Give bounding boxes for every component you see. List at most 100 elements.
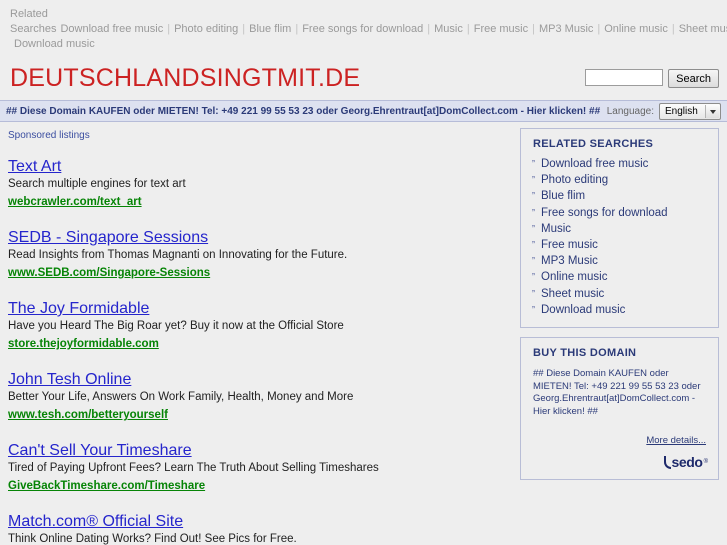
language-selector: Language: English	[607, 103, 721, 120]
listing-url-link[interactable]: GiveBackTimeshare.com/Timeshare	[8, 479, 205, 494]
top-nav-item-1[interactable]: Photo editing	[174, 23, 238, 35]
sidebar-item-music[interactable]: ˮ Music	[521, 221, 718, 237]
language-dropdown[interactable]: English	[659, 103, 721, 120]
sedo-logo[interactable]: sedo ®	[663, 454, 708, 470]
top-nav-link[interactable]: Free songs for download	[302, 23, 423, 35]
sidebar-item-online-music[interactable]: ˮ Online music	[521, 269, 718, 285]
top-nav-item-7[interactable]: Online music	[604, 23, 668, 35]
sidebar-item-label[interactable]: Free music	[541, 239, 598, 251]
listing-title-link[interactable]: Match.com® Official Site	[8, 512, 183, 531]
listing-url-link[interactable]: www.tesh.com/betteryourself	[8, 408, 168, 423]
listing-description: Have you Heard The Big Roar yet? Buy it …	[8, 320, 344, 332]
top-nav-item-4[interactable]: Music	[434, 23, 463, 35]
top-nav-link[interactable]: MP3 Music	[539, 23, 593, 35]
sidebar-item-photo-editing[interactable]: ˮ Photo editing	[521, 172, 718, 188]
bullet-arrow-icon: ˮ	[532, 191, 535, 202]
listing-item: Match.com® Official Site Think Online Da…	[8, 512, 514, 545]
top-nav-separator: |	[167, 23, 171, 35]
buy-domain-banner-link[interactable]: ## Diese Domain KAUFEN oder MIETEN! Tel:…	[0, 106, 600, 117]
sidebar-item-download-free-music[interactable]: ˮ Download free music	[521, 156, 718, 172]
listing-url-link[interactable]: store.thejoyformidable.com	[8, 337, 159, 352]
top-nav-link[interactable]: Online music	[604, 23, 668, 35]
top-nav-item-0[interactable]: Download free music	[60, 23, 163, 35]
listing-url-link[interactable]: www.SEDB.com/Singapore-Sessions	[8, 266, 210, 281]
sidebar: RELATED SEARCHES ˮ Download free music ˮP…	[514, 122, 727, 545]
page-content: Sponsored listings Text Art Search multi…	[0, 122, 727, 545]
top-nav-separator: |	[242, 23, 246, 35]
listing-url-link[interactable]: webcrawler.com/text_art	[8, 195, 142, 210]
sidebar-item-blue-flim[interactable]: ˮ Blue flim	[521, 188, 718, 204]
top-keyword-nav: Related Searches Download free music | Phot…	[0, 0, 727, 56]
sidebar-item-mp3-music[interactable]: ˮ MP3 Music	[521, 253, 718, 269]
top-nav-separator: |	[597, 23, 601, 35]
search-button[interactable]: Search	[668, 69, 719, 88]
sidebar-item-label[interactable]: Music	[541, 223, 571, 235]
top-nav-link[interactable]: Download free music	[60, 23, 163, 35]
listing-title-link[interactable]: SEDB - Singapore Sessions	[8, 228, 208, 247]
listing-title-link[interactable]: Text Art	[8, 157, 61, 176]
sidebar-item-label[interactable]: Blue flim	[541, 190, 585, 202]
search-input[interactable]	[585, 69, 664, 86]
related-searches-list: ˮ Download free music ˮ Photo editing ˮ Blu…	[521, 156, 718, 327]
listing-description: Think Online Dating Works? Find Out! See…	[8, 533, 297, 545]
sedo-swoosh-icon	[663, 456, 671, 470]
top-nav-item-3[interactable]: Free songs for download	[302, 23, 423, 35]
top-nav-link[interactable]: Sheet musid	[679, 23, 727, 35]
listing-title-link[interactable]: The Joy Formidable	[8, 299, 149, 318]
sidebar-item-sheet-music[interactable]: ˮ Sheet music	[521, 286, 718, 302]
listing-description: Read Insights from Thomas Magnanti on In…	[8, 249, 348, 261]
related-searches-title: RELATED SEARCHES	[533, 138, 654, 150]
top-nav-link[interactable]: Download music	[14, 38, 95, 50]
sponsored-listings-column: Sponsored listings Text Art Search multi…	[0, 122, 514, 545]
bullet-arrow-icon: ˮ	[532, 175, 535, 186]
language-selected-value: English	[665, 106, 698, 117]
top-nav-link[interactable]: Free music	[474, 23, 528, 35]
bullet-arrow-icon: ˮ	[532, 272, 535, 283]
listing-description: Better Your Life, Answers On Work Family…	[8, 391, 354, 403]
sidebar-item-label[interactable]: Download music	[541, 304, 625, 316]
registered-trademark-icon: ®	[703, 459, 708, 466]
buy-this-domain-text: ## Diese Domain KAUFEN oder MIETEN! Tel:…	[533, 368, 701, 417]
top-nav-label: Related Searches	[10, 8, 57, 35]
top-nav-link[interactable]: Blue flim	[249, 23, 291, 35]
more-details-row: More details...	[521, 418, 718, 448]
top-nav-separator: |	[295, 23, 299, 35]
bullet-arrow-icon: ˮ	[532, 207, 535, 218]
sidebar-item-label[interactable]: Online music	[541, 271, 607, 283]
top-nav-separator: |	[427, 23, 431, 35]
sidebar-item-free-music[interactable]: ˮ Free music	[521, 237, 718, 253]
top-nav-item-9[interactable]: Download music	[14, 38, 95, 50]
listing-item: Text Art Search multiple engines for tex…	[8, 157, 514, 210]
bullet-arrow-icon: ˮ	[532, 240, 535, 251]
top-nav-item-5[interactable]: Free music	[474, 23, 528, 35]
listing-title-link[interactable]: Can't Sell Your Timeshare	[8, 441, 192, 460]
listing-description: Tired of Paying Upfront Fees? Learn The …	[8, 462, 379, 474]
more-details-link[interactable]: More details...	[646, 435, 706, 446]
listing-title-link[interactable]: John Tesh Online	[8, 370, 131, 389]
listing-item: SEDB - Singapore Sessions Read Insights …	[8, 228, 514, 281]
bullet-arrow-icon: ˮ	[532, 304, 535, 315]
sedo-logo-row: sedo ®	[521, 448, 718, 479]
sidebar-item-label[interactable]: Download free music	[541, 158, 648, 170]
top-nav-separator: |	[671, 23, 675, 35]
top-nav-link[interactable]: Photo editing	[174, 23, 238, 35]
sidebar-item-free-songs-for-download[interactable]: ˮ Free songs for download	[521, 205, 718, 221]
bullet-arrow-icon: ˮ	[532, 288, 535, 299]
sidebar-item-label[interactable]: MP3 Music	[541, 255, 598, 267]
page-title: DEUTSCHLANDSINGTMIT.DE	[10, 64, 361, 92]
sidebar-item-download-music[interactable]: ˮ Download music	[521, 302, 718, 318]
top-nav-link[interactable]: Music	[434, 23, 463, 35]
chevron-down-icon[interactable]	[705, 105, 719, 118]
sidebar-item-label[interactable]: Sheet music	[541, 288, 604, 300]
listing-item: The Joy Formidable Have you Heard The Bi…	[8, 299, 514, 352]
listing-item: John Tesh Online Better Your Life, Answe…	[8, 370, 514, 423]
top-nav-separator: |	[532, 23, 535, 35]
buy-this-domain-title: BUY THIS DOMAIN	[533, 347, 637, 360]
top-nav-item-8[interactable]: Sheet musid	[679, 23, 727, 35]
top-nav-item-6[interactable]: MP3 Music	[539, 23, 593, 35]
bullet-arrow-icon: ˮ	[532, 256, 535, 267]
sidebar-item-label[interactable]: Free songs for download	[541, 207, 668, 219]
listing-item: Can't Sell Your Timeshare Tired of Payin…	[8, 441, 514, 494]
sidebar-item-label[interactable]: Photo editing	[541, 174, 608, 186]
top-nav-item-2[interactable]: Blue flim	[249, 23, 291, 35]
